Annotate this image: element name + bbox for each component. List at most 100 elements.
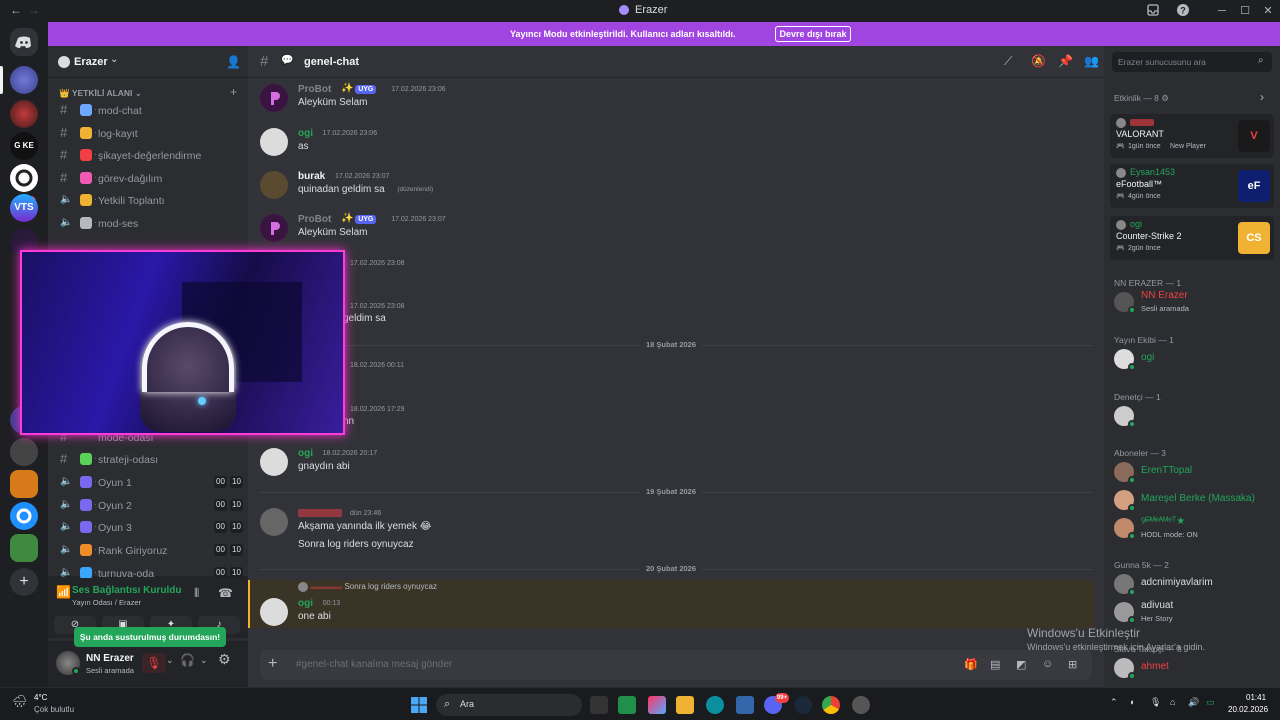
gif-icon[interactable]: ▤ <box>990 658 1000 671</box>
server-8-icon[interactable] <box>10 438 38 466</box>
avatar[interactable] <box>260 214 288 242</box>
gift-icon[interactable]: 🎁 <box>964 658 978 671</box>
search-input[interactable]: Erazer sunucusunu ara <box>1118 57 1206 67</box>
channel-log-kayıt[interactable]: # · log-kayıt <box>56 124 242 144</box>
apps-icon[interactable]: ⊞ <box>1068 658 1077 671</box>
channel-oyun-2[interactable]: 🔈 · Oyun 2 00 10 <box>56 496 243 516</box>
copilot-icon[interactable] <box>648 696 666 714</box>
activity-card[interactable]: Eysan1453 eFootball™ 🎮 4gün önce eF <box>1110 164 1274 208</box>
weather-desc[interactable]: Çok bulutlu <box>34 705 74 714</box>
server-search[interactable]: Erazer sunucusunu ara ⌕ <box>1112 52 1272 72</box>
activity-card[interactable]: ogi Counter-Strike 2 🎮 2gün önce CS <box>1110 216 1274 260</box>
server-5-icon[interactable]: VTS <box>10 194 38 222</box>
avatar[interactable] <box>260 84 288 112</box>
category-header[interactable]: 👑 YETKİLİ ALANI ⌄ <box>59 88 142 99</box>
add-attachment-icon[interactable]: + <box>268 655 277 673</box>
minimize-icon[interactable]: ─ <box>1214 3 1230 19</box>
member-item[interactable] <box>1114 404 1274 428</box>
taskbar-search[interactable]: ⌕ Ara <box>436 694 582 716</box>
member-item[interactable]: adcnimiyavlarim <box>1114 572 1274 596</box>
steam-icon[interactable] <box>794 696 812 714</box>
audio-options-chevron-icon[interactable]: ⌄ <box>200 655 208 666</box>
message-author[interactable]: burak <box>298 171 325 182</box>
battery-icon[interactable]: ▭ <box>1206 697 1215 708</box>
clock-time[interactable]: 01:41 <box>1246 693 1266 702</box>
mic-tray-icon[interactable]: 🎙 <box>1150 697 1161 708</box>
notifications-muted-icon[interactable]: 🔕 <box>1031 54 1046 68</box>
avatar[interactable] <box>260 171 288 199</box>
network-icon[interactable]: ⌂ <box>1170 697 1175 707</box>
back-arrow-icon[interactable]: ← <box>10 3 22 17</box>
composer-placeholder[interactable]: #genel-chat kanalına mesaj gönder <box>296 659 452 670</box>
member-item[interactable]: ᵒ̷ᴳᴹᵉᴬᴹᵉᵀ★ HODL mode: ON <box>1114 516 1274 540</box>
server-erazer-icon[interactable] <box>10 66 38 94</box>
channel-şikayet-değerlendirme[interactable]: # · şikayet-değerlendirme <box>56 146 242 166</box>
member-item[interactable]: Mareşel Berke (Massaka) <box>1114 488 1274 512</box>
message-author[interactable]: ogi <box>298 448 313 459</box>
avatar[interactable] <box>260 448 288 476</box>
channel-oyun-3[interactable]: 🔈 · Oyun 3 00 10 <box>56 518 243 538</box>
clock-date[interactable]: 20.02.2026 <box>1228 705 1268 714</box>
server-9-icon[interactable] <box>10 470 38 498</box>
member-list-icon[interactable]: 👥 <box>1084 54 1099 68</box>
mic-options-chevron-icon[interactable]: ⌄ <box>166 655 174 666</box>
inbox-icon[interactable] <box>1146 3 1162 19</box>
add-server-icon[interactable]: + <box>10 568 38 596</box>
tray-chevron-icon[interactable]: ⌃ <box>1110 697 1118 708</box>
forward-arrow-icon[interactable]: → <box>28 3 40 17</box>
maximize-icon[interactable]: ☐ <box>1237 3 1253 19</box>
disable-streamer-mode-button[interactable]: Devre dışı bırak <box>775 26 851 42</box>
edge-icon[interactable] <box>706 696 724 714</box>
settings-gear-icon[interactable]: ⚙ <box>218 651 231 668</box>
sticker-icon[interactable]: ◩ <box>1016 658 1026 671</box>
start-icon[interactable] <box>410 696 428 714</box>
server-header[interactable]: Erazer ⌄ 👤 <box>48 46 248 78</box>
discord-home-icon[interactable] <box>10 28 38 56</box>
avatar[interactable] <box>260 128 288 156</box>
server-11-icon[interactable] <box>10 534 38 562</box>
weather-icon[interactable]: 🌧 <box>12 694 27 708</box>
threads-icon[interactable]: ⟋ <box>1004 54 1012 69</box>
disconnect-call-icon[interactable]: ☎ <box>218 586 233 600</box>
chevron-right-icon[interactable]: › <box>1260 90 1264 104</box>
member-item[interactable]: NN Erazer Sesli aramada <box>1114 290 1274 314</box>
activity-card[interactable]: VALORANT 🎮 1gün önce New Player V <box>1110 114 1274 158</box>
message-author[interactable]: ProBot <box>298 214 331 225</box>
channel-oyun-1[interactable]: 🔈 · Oyun 1 00 10 <box>56 473 243 493</box>
channel-mod-ses[interactable]: 🔈 · mod-ses <box>56 214 242 234</box>
server-4-icon[interactable] <box>10 164 38 192</box>
member-item[interactable]: ErenTTopal <box>1114 460 1274 484</box>
pin-icon[interactable]: 📌 <box>1058 54 1073 68</box>
server-3-icon[interactable]: G KE <box>10 132 38 160</box>
voice-status[interactable]: Ses Bağlantısı Kuruldu <box>72 585 181 596</box>
file-explorer-icon[interactable] <box>676 696 694 714</box>
message-composer[interactable]: + #genel-chat kanalına mesaj gönder 🎁 ▤ … <box>260 650 1092 680</box>
channel-görev-dağılım[interactable]: # · görev-dağılım <box>56 169 242 189</box>
mic-muted-icon[interactable]: 🎙 <box>142 653 166 673</box>
member-item[interactable]: adivuat Her Story <box>1114 600 1274 624</box>
chrome-icon[interactable] <box>822 696 840 714</box>
app-icon-1[interactable] <box>618 696 636 714</box>
channel-mod-chat[interactable]: # · mod-chat <box>56 101 242 121</box>
member-item[interactable]: ogi <box>1114 347 1274 371</box>
channel-rank-giriyoruz[interactable]: 🔈 · Rank Giriyoruz 00 10 <box>56 541 243 561</box>
avatar[interactable] <box>260 598 288 626</box>
server-10-icon[interactable] <box>10 502 38 530</box>
volume-icon[interactable]: 🔊 <box>1188 697 1199 708</box>
avatar[interactable] <box>260 508 288 536</box>
message-author[interactable]: ogi <box>298 128 313 139</box>
create-channel-icon[interactable]: + <box>230 85 237 99</box>
channel-yetkili-toplantı[interactable]: 🔈 · Yetkili Toplantı <box>56 191 242 211</box>
server-2-icon[interactable] <box>10 100 38 128</box>
help-icon[interactable]: ? <box>1176 3 1192 19</box>
emoji-icon[interactable]: ☺ <box>1042 658 1053 670</box>
noise-suppression-icon[interactable]: ⦀ <box>194 586 199 601</box>
settings-taskbar-icon[interactable] <box>852 696 870 714</box>
store-icon[interactable] <box>736 696 754 714</box>
channel-strateji-odası[interactable]: # · strateji-odası <box>56 450 242 470</box>
message-author[interactable]: ProBot <box>298 84 331 95</box>
close-window-icon[interactable]: ✕ <box>1260 3 1276 19</box>
task-view-icon[interactable] <box>590 696 608 714</box>
weather-temp[interactable]: 4°C <box>34 693 47 702</box>
tray-app-icon[interactable]: ◐ <box>1130 697 1135 707</box>
